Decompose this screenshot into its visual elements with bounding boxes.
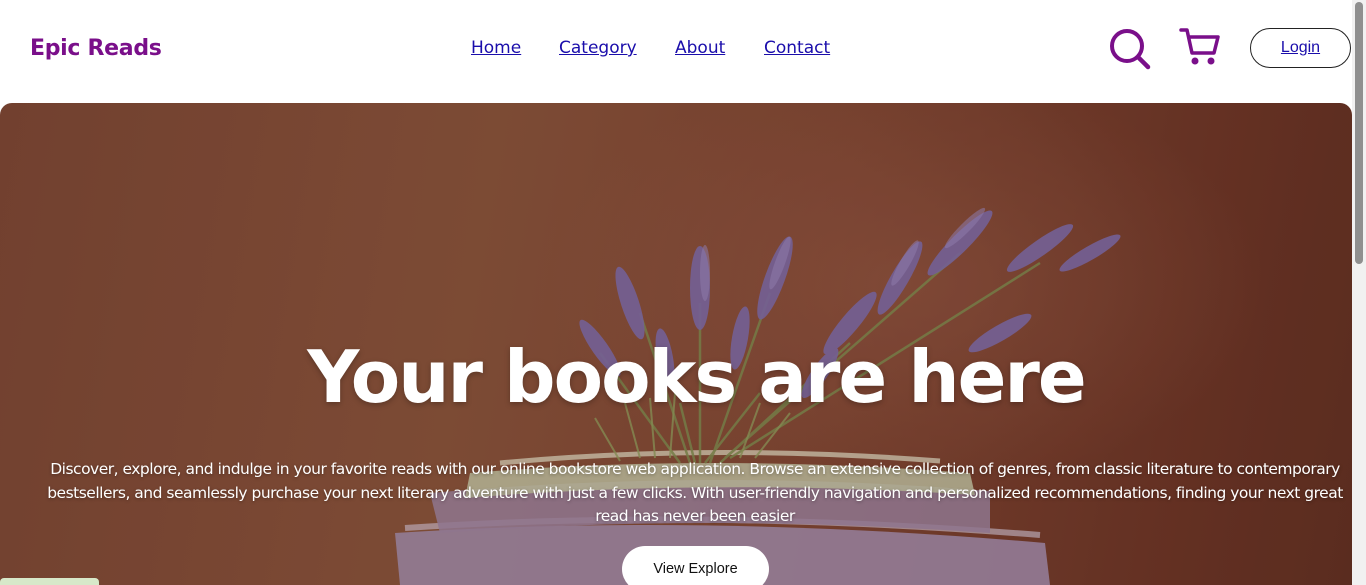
vertical-scrollbar[interactable]	[1352, 0, 1366, 585]
brand-logo[interactable]: Epic Reads	[30, 36, 162, 61]
nav-link-contact[interactable]: Contact	[764, 38, 830, 58]
site-header: Epic Reads Home Category About Contact L…	[0, 0, 1352, 103]
hero-description: Discover, explore, and indulge in your f…	[47, 460, 1343, 525]
hero-title: Your books are here	[307, 335, 1087, 419]
cart-icon[interactable]	[1178, 25, 1222, 69]
view-explore-button[interactable]: View Explore	[622, 546, 769, 585]
nav-link-about[interactable]: About	[675, 38, 725, 58]
search-icon[interactable]	[1108, 27, 1152, 71]
corner-chip	[0, 578, 99, 585]
nav-link-home[interactable]: Home	[471, 38, 521, 58]
nav-link-category[interactable]: Category	[559, 38, 637, 58]
hero-banner: Your books are here Discover, explore, a…	[0, 103, 1352, 585]
login-button[interactable]: Login	[1250, 28, 1351, 68]
scrollbar-thumb[interactable]	[1355, 2, 1363, 264]
